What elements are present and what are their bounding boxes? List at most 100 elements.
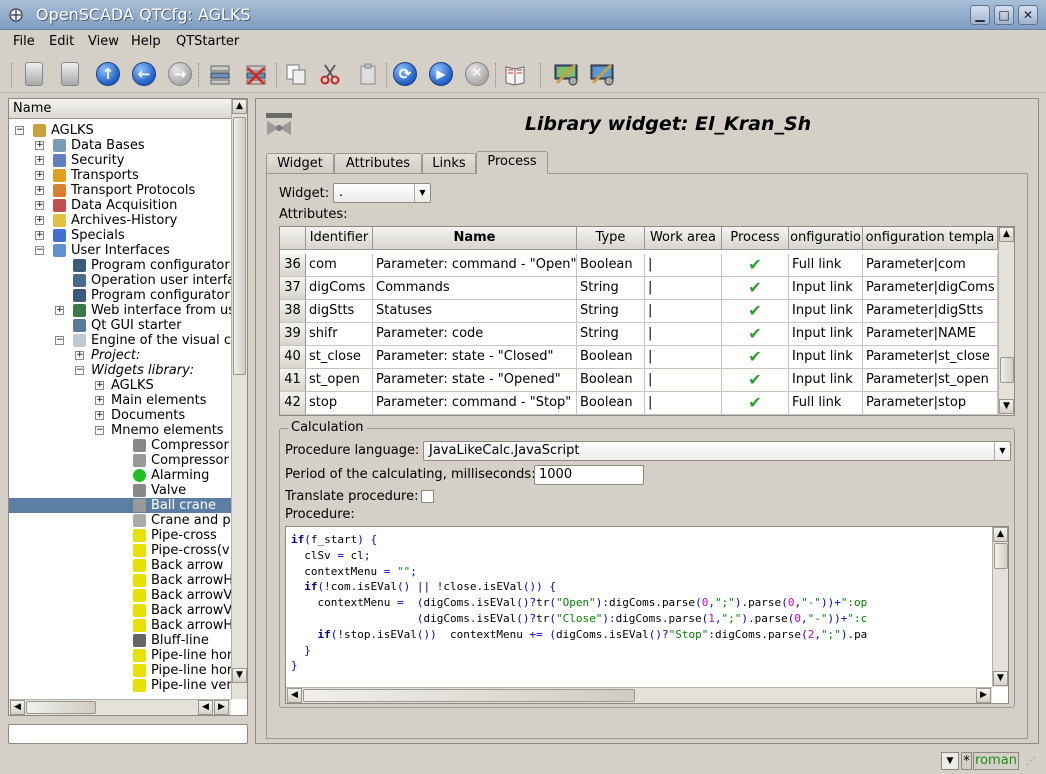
code-scroll-thumb[interactable]: [994, 543, 1008, 569]
tree-vertical-scrollbar[interactable]: ▲ ▼: [231, 99, 247, 699]
table-cell[interactable]: Input link: [789, 346, 863, 369]
tree-item[interactable]: + Main elements: [9, 393, 231, 408]
tree-item[interactable]: Back arrow: [9, 558, 231, 573]
tab-process[interactable]: Process: [476, 151, 548, 174]
table-cell[interactable]: Boolean: [577, 254, 645, 277]
tree-item[interactable]: Alarming: [9, 468, 231, 483]
scroll-up-icon[interactable]: ▲: [999, 227, 1014, 242]
table-scroll-thumb[interactable]: [1000, 357, 1014, 383]
code-hscroll-thumb[interactable]: [303, 689, 635, 702]
help-button[interactable]: [501, 60, 529, 88]
table-cell[interactable]: Commands: [373, 277, 577, 300]
code-horizontal-scrollbar[interactable]: ◀ ▶: [286, 687, 992, 703]
table-cell[interactable]: String: [577, 323, 645, 346]
tree-hscroll-thumb[interactable]: [26, 701, 96, 714]
tab-links[interactable]: Links: [422, 153, 476, 173]
table-cell[interactable]: String: [577, 300, 645, 323]
tree-item[interactable]: Compressor: [9, 438, 231, 453]
back-button[interactable]: ←: [130, 60, 158, 88]
row-number[interactable]: 41: [280, 369, 306, 392]
tree-scroll-thumb[interactable]: [233, 117, 246, 375]
column-header[interactable]: Identifier: [306, 227, 373, 250]
table-cell[interactable]: |: [645, 300, 722, 323]
tree-item[interactable]: + Security: [9, 153, 231, 168]
column-header[interactable]: Name: [373, 227, 577, 250]
expand-icon[interactable]: +: [35, 141, 44, 150]
table-cell[interactable]: Input link: [789, 369, 863, 392]
tree-item[interactable]: Pipe-cross: [9, 528, 231, 543]
process-check-icon[interactable]: ✔: [722, 254, 789, 277]
tree-item[interactable]: + AGLKS: [9, 378, 231, 393]
table-cell[interactable]: Parameter: state - "Closed": [373, 346, 577, 369]
tree-item[interactable]: + Web interface from us: [9, 303, 231, 318]
tree-item[interactable]: Back arrowH: [9, 573, 231, 588]
tab-attributes[interactable]: Attributes: [334, 153, 422, 173]
tree-item[interactable]: − User Interfaces: [9, 243, 231, 258]
expand-icon[interactable]: +: [95, 381, 104, 390]
collapse-icon[interactable]: −: [95, 426, 104, 435]
process-check-icon[interactable]: ✔: [722, 369, 789, 392]
expand-icon[interactable]: +: [95, 411, 104, 420]
expand-icon[interactable]: +: [35, 156, 44, 165]
paste-button[interactable]: [354, 60, 382, 88]
process-check-icon[interactable]: ✔: [722, 392, 789, 415]
table-cell[interactable]: digComs: [306, 277, 373, 300]
menu-qtstarter[interactable]: QTStarter: [176, 34, 239, 49]
tree-item[interactable]: Crane and p: [9, 513, 231, 528]
scroll-down-icon[interactable]: ▼: [993, 671, 1008, 686]
stop-button[interactable]: ✕: [463, 60, 491, 88]
scroll-right-icon[interactable]: ▶: [976, 688, 991, 703]
maximize-button[interactable]: □: [994, 5, 1014, 25]
table-cell[interactable]: Parameter: command - "Stop": [373, 392, 577, 415]
scroll-left-icon-2[interactable]: ◀: [198, 700, 213, 715]
expand-icon[interactable]: +: [35, 186, 44, 195]
table-cell[interactable]: com: [306, 254, 373, 277]
procedure-editor[interactable]: if(f_start) { clSv = cl; contextMenu = "…: [285, 526, 1009, 704]
table-cell[interactable]: |: [645, 277, 722, 300]
menu-help[interactable]: Help: [131, 34, 161, 49]
table-cell[interactable]: Input link: [789, 323, 863, 346]
table-cell[interactable]: Boolean: [577, 392, 645, 415]
tree-item[interactable]: Program configurator: [9, 288, 231, 303]
expand-icon[interactable]: +: [35, 201, 44, 210]
status-dropdown-button[interactable]: ▼: [941, 752, 959, 770]
row-number[interactable]: 42: [280, 392, 306, 415]
tree-item[interactable]: Bluff-line: [9, 633, 231, 648]
table-cell[interactable]: Boolean: [577, 346, 645, 369]
menu-view[interactable]: View: [88, 34, 119, 49]
db-load-button[interactable]: [20, 60, 48, 88]
table-cell[interactable]: st_open: [306, 369, 373, 392]
table-cell[interactable]: Parameter|com: [863, 254, 998, 277]
column-header[interactable]: Process: [722, 227, 789, 250]
tree-item[interactable]: + Transports: [9, 168, 231, 183]
table-cell[interactable]: st_close: [306, 346, 373, 369]
table-cell[interactable]: Parameter: state - "Opened": [373, 369, 577, 392]
row-number[interactable]: 36: [280, 254, 306, 277]
tree-header-name[interactable]: Name: [9, 99, 231, 119]
tree-item[interactable]: − Engine of the visual co: [9, 333, 231, 348]
forward-button[interactable]: →: [166, 60, 194, 88]
tree-item[interactable]: + Data Acquisition: [9, 198, 231, 213]
tree-item[interactable]: + Transport Protocols: [9, 183, 231, 198]
refresh-button[interactable]: ⟳: [391, 60, 419, 88]
tree-item[interactable]: Pipe-line hor: [9, 663, 231, 678]
code-vertical-scrollbar[interactable]: ▲ ▼: [992, 527, 1008, 687]
table-cell[interactable]: Parameter|st_open: [863, 369, 998, 392]
table-cell[interactable]: Parameter|st_close: [863, 346, 998, 369]
table-cell[interactable]: stop: [306, 392, 373, 415]
start-button[interactable]: ▶: [427, 60, 455, 88]
table-cell[interactable]: digStts: [306, 300, 373, 323]
table-cell[interactable]: Parameter: command - "Open": [373, 254, 577, 277]
row-number[interactable]: 37: [280, 277, 306, 300]
copy-button[interactable]: [282, 60, 310, 88]
close-window-button[interactable]: ✕: [1018, 5, 1038, 25]
expand-icon[interactable]: +: [55, 306, 64, 315]
expand-icon[interactable]: +: [75, 351, 84, 360]
tree-item[interactable]: Program configurator: [9, 258, 231, 273]
tree-item[interactable]: − Widgets library:: [9, 363, 231, 378]
tree-item[interactable]: − Mnemo elements: [9, 423, 231, 438]
column-header[interactable]: Work area: [645, 227, 722, 250]
scroll-right-icon[interactable]: ▶: [214, 700, 229, 715]
add-item-button[interactable]: [206, 60, 234, 88]
widget-select[interactable]: . ▼: [333, 183, 431, 203]
